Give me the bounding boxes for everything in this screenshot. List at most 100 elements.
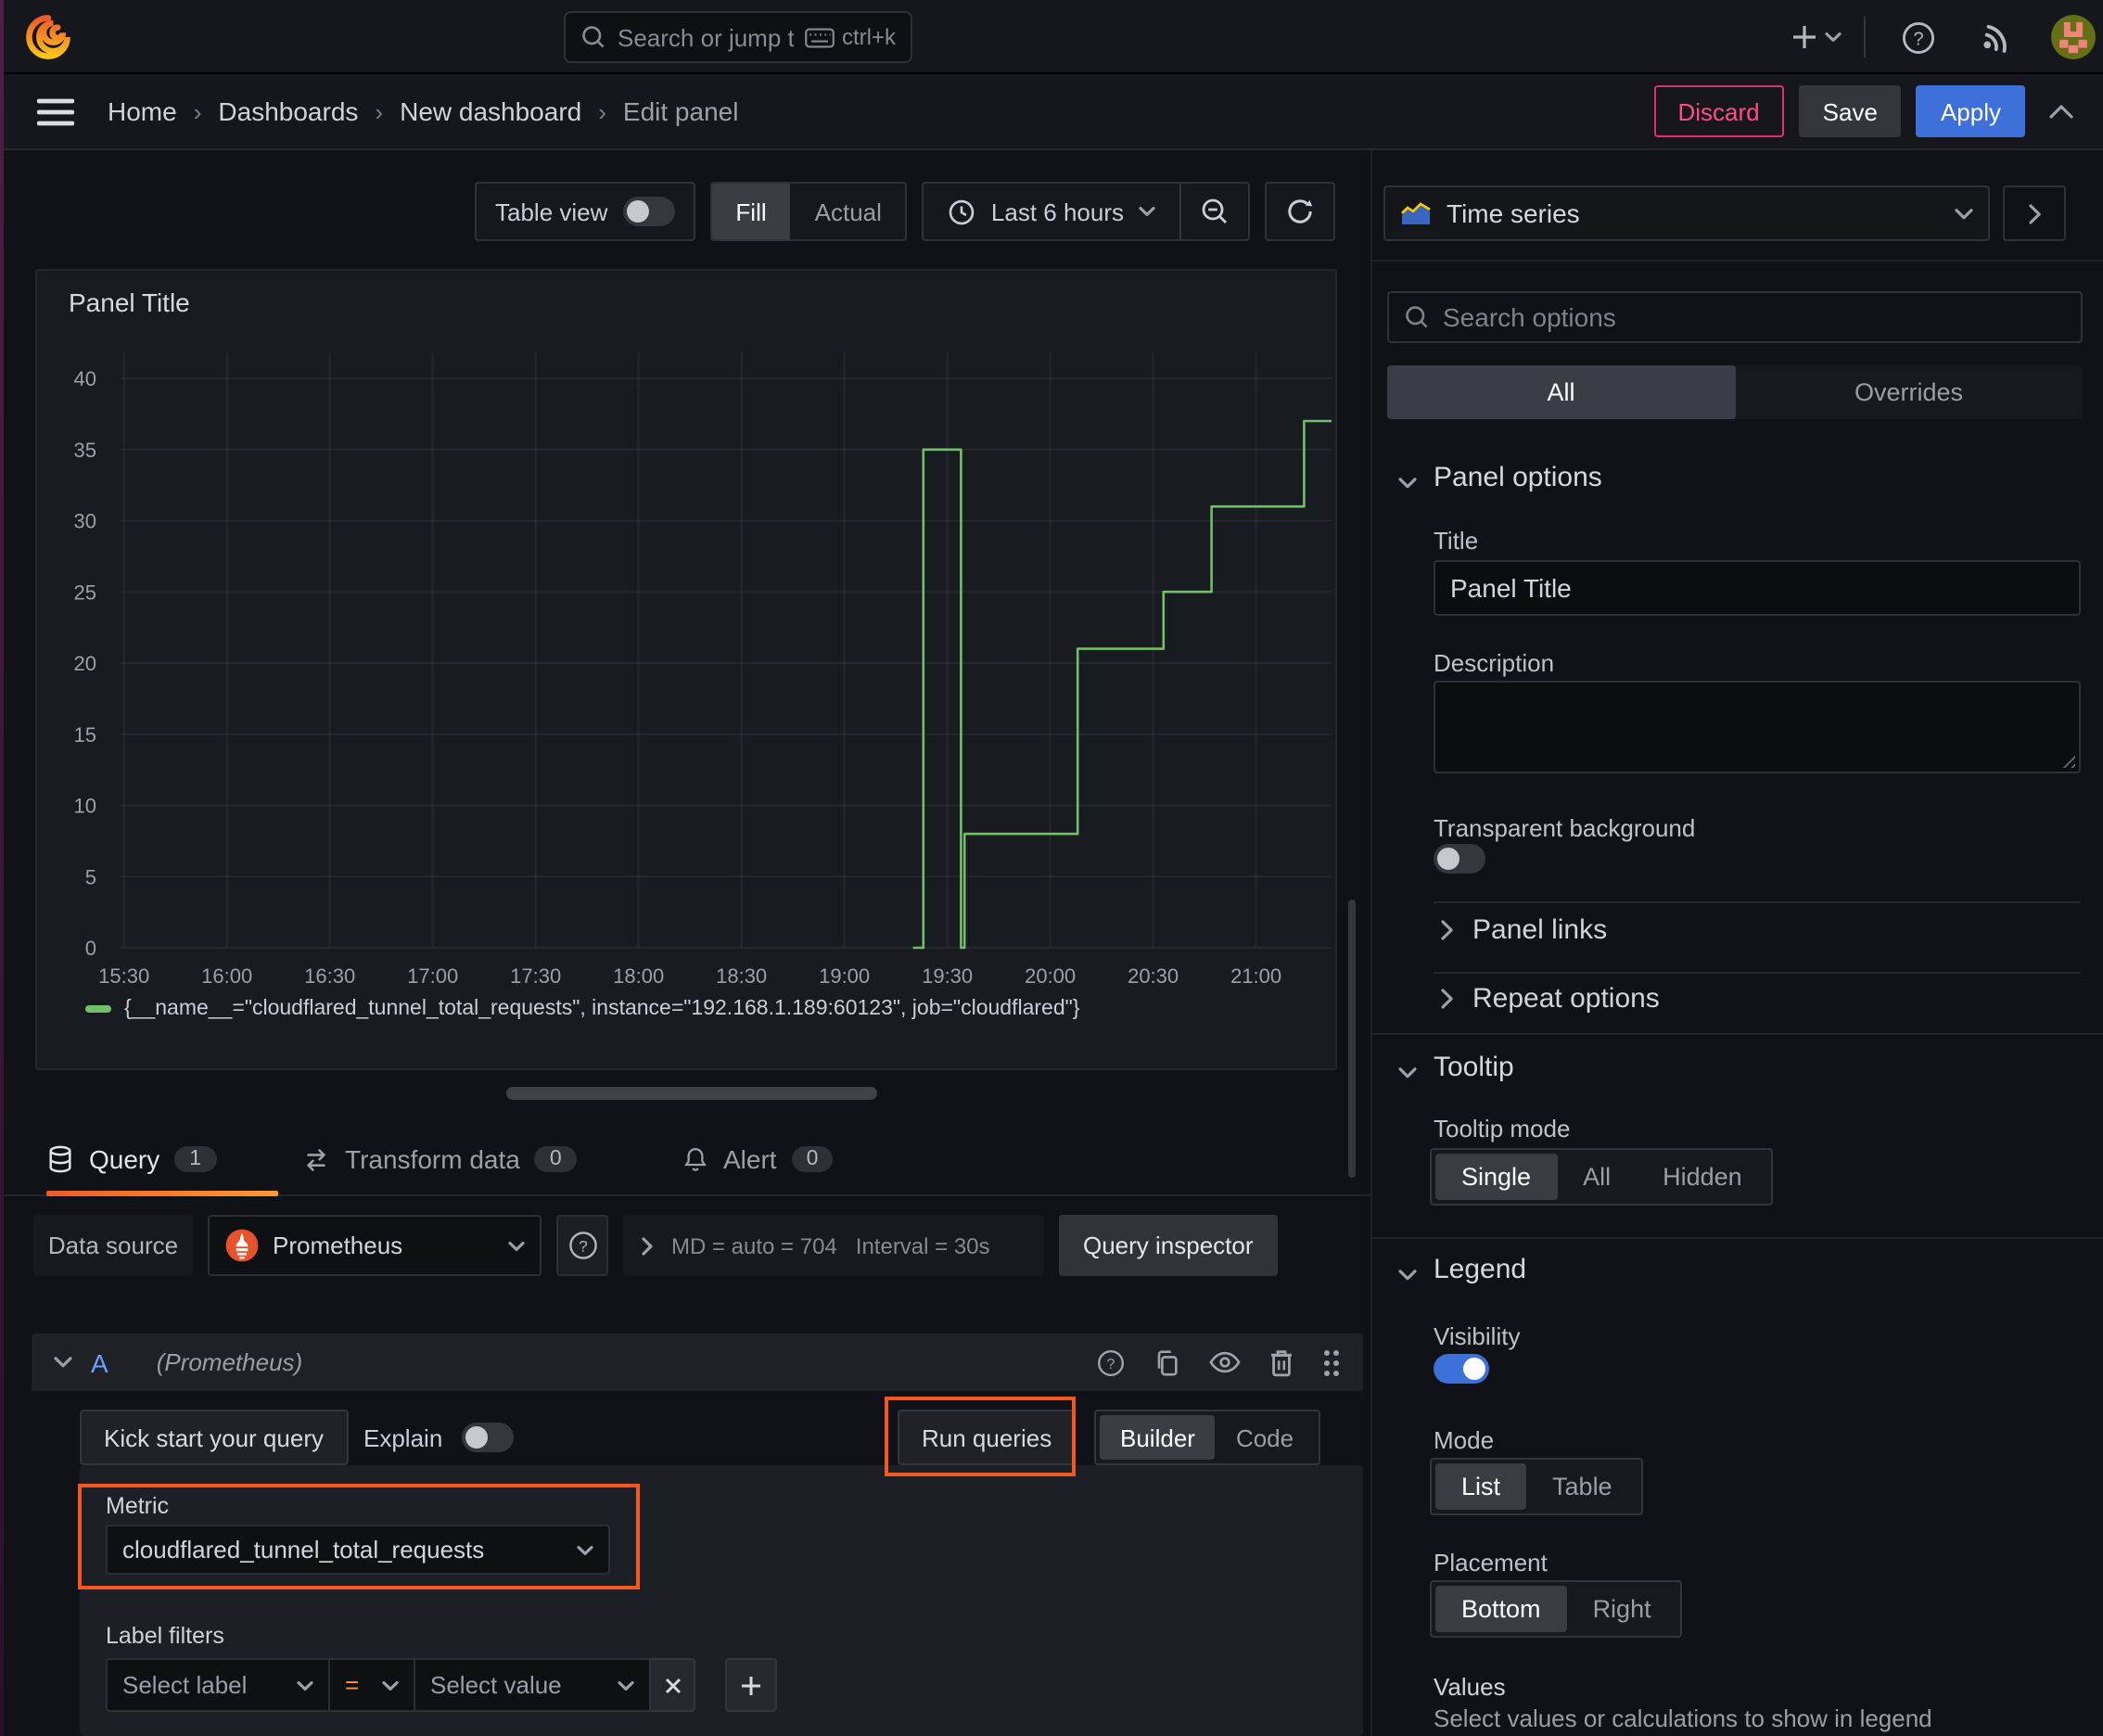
section-collapse-icon[interactable] — [1398, 477, 1417, 490]
datasource-bar: Data source Prometheus ? MD = auto = 704 — [33, 1215, 1278, 1276]
delete-query-icon[interactable] — [1268, 1347, 1294, 1377]
tooltip-all-option[interactable]: All — [1557, 1154, 1637, 1200]
keyboard-icon — [805, 27, 835, 47]
datasource-help-button[interactable]: ? — [556, 1215, 608, 1276]
search-icon — [1406, 306, 1428, 328]
breadcrumb-dashboards[interactable]: Dashboards — [218, 96, 358, 126]
run-queries-button[interactable]: Run queries — [898, 1410, 1077, 1465]
breadcrumb-separator-icon: › — [193, 97, 202, 125]
panel-links-section[interactable]: Panel links — [1441, 914, 1607, 946]
explain-toggle[interactable] — [461, 1423, 514, 1452]
legend-table-option[interactable]: Table — [1526, 1463, 1638, 1510]
tooltip-mode-group: Single All Hidden — [1430, 1148, 1774, 1206]
drag-handle-icon[interactable] — [1322, 1347, 1341, 1377]
datasource-picker[interactable]: Prometheus — [208, 1215, 542, 1276]
zoom-out-icon — [1202, 198, 1227, 223]
query-row-header[interactable]: A (Prometheus) ? — [32, 1334, 1363, 1391]
breadcrumb-bar: Home › Dashboards › New dashboard › Edit… — [0, 74, 2103, 150]
tab-all[interactable]: All — [1387, 365, 1735, 419]
remove-filter-button[interactable] — [649, 1658, 695, 1712]
collapse-options-button[interactable] — [2040, 82, 2081, 141]
query-options-collapsed[interactable]: MD = auto = 704 Interval = 30s — [623, 1215, 1044, 1276]
panel-title-input[interactable] — [1434, 560, 2081, 616]
section-collapse-icon[interactable] — [1398, 1269, 1417, 1282]
table-view-control: Table view — [475, 182, 695, 241]
metric-value: cloudflared_tunnel_total_requests — [122, 1536, 485, 1564]
transparent-background-toggle[interactable] — [1434, 844, 1485, 874]
save-button[interactable]: Save — [1798, 85, 1902, 137]
duplicate-query-icon[interactable] — [1153, 1347, 1181, 1377]
divider — [1372, 260, 2103, 262]
placement-bottom-option[interactable]: Bottom — [1435, 1586, 1567, 1632]
metric-select[interactable]: cloudflared_tunnel_total_requests — [106, 1525, 610, 1575]
user-avatar[interactable] — [2051, 15, 2096, 59]
panel-options-heading[interactable]: Panel options — [1434, 462, 1602, 493]
svg-text:5: 5 — [85, 865, 96, 888]
explain-label: Explain — [363, 1423, 443, 1451]
transparent-background-label: Transparent background — [1434, 814, 1696, 842]
global-search-input[interactable]: Search or jump to... ctrl+k — [564, 11, 912, 63]
visualization-picker[interactable]: Time series — [1383, 185, 1990, 241]
svg-text:15:30: 15:30 — [98, 964, 149, 988]
actual-option[interactable]: Actual — [791, 184, 906, 239]
add-filter-button[interactable] — [725, 1658, 777, 1712]
time-range-picker[interactable]: Last 6 hours — [924, 184, 1179, 239]
zoom-out-button[interactable] — [1181, 184, 1248, 239]
breadcrumb: Home › Dashboards › New dashboard › Edit… — [108, 96, 738, 126]
time-range-control: Last 6 hours — [922, 182, 1250, 241]
kick-start-query-button[interactable]: Kick start your query — [80, 1410, 348, 1465]
label-filters-label: Label filters — [106, 1623, 224, 1649]
section-collapse-icon[interactable] — [1398, 1066, 1417, 1079]
refresh-button[interactable] — [1267, 184, 1333, 239]
time-series-chart[interactable]: 0 5 10 15 20 25 30 35 40 15:30 16:00 16:30 17:00 17:3… — [37, 338, 1339, 998]
tab-transform-data[interactable]: Transform data 0 — [302, 1122, 577, 1196]
add-menu-button[interactable] — [1790, 22, 1842, 52]
query-ref-id[interactable]: A — [91, 1347, 108, 1377]
resize-corner-icon[interactable] — [2058, 751, 2075, 768]
repeat-options-section[interactable]: Repeat options — [1441, 983, 1660, 1015]
breadcrumb-new-dashboard[interactable]: New dashboard — [400, 96, 581, 126]
discard-button[interactable]: Discard — [1653, 85, 1784, 137]
tooltip-single-option[interactable]: Single — [1435, 1154, 1558, 1200]
tab-alert[interactable]: Alert 0 — [682, 1122, 834, 1196]
tooltip-heading[interactable]: Tooltip — [1434, 1052, 1514, 1083]
legend-series-label[interactable]: {__name__="cloudflared_tunnel_total_requ… — [124, 998, 1079, 1020]
help-button[interactable]: ? — [1888, 7, 1947, 67]
search-options-placeholder: Search options — [1443, 302, 1616, 332]
news-rss-button[interactable] — [1969, 7, 2029, 67]
panel-preview[interactable]: Panel Title 0 5 10 15 20 25 30 35 40 15:30 16:00 16… — [35, 269, 1337, 1070]
operator-dropdown[interactable]: = — [328, 1658, 415, 1712]
tab-query[interactable]: Query 1 — [46, 1122, 217, 1196]
panel-resize-handle[interactable] — [506, 1087, 877, 1100]
query-inspector-button[interactable]: Query inspector — [1059, 1215, 1278, 1276]
builder-code-switch: Builder Code — [1094, 1410, 1320, 1465]
select-label-dropdown[interactable]: Select label — [106, 1658, 330, 1712]
menu-toggle-button[interactable] — [37, 97, 74, 125]
chevron-down-icon — [1955, 208, 1973, 219]
legend-heading[interactable]: Legend — [1434, 1254, 1526, 1285]
description-textarea[interactable] — [1434, 681, 2081, 773]
hide-query-icon[interactable] — [1209, 1350, 1241, 1374]
grafana-logo-icon[interactable] — [24, 13, 72, 61]
apply-button[interactable]: Apply — [1916, 85, 2025, 137]
builder-option[interactable]: Builder — [1100, 1415, 1216, 1460]
select-value-dropdown[interactable]: Select value — [414, 1658, 651, 1712]
refresh-icon — [1288, 199, 1313, 223]
tooltip-hidden-option[interactable]: Hidden — [1637, 1154, 1768, 1200]
fill-option[interactable]: Fill — [711, 184, 791, 239]
search-options-input[interactable]: Search options — [1387, 291, 2083, 343]
tab-overrides[interactable]: Overrides — [1735, 365, 2083, 419]
breadcrumb-home[interactable]: Home — [108, 96, 177, 126]
code-option[interactable]: Code — [1216, 1415, 1314, 1460]
toggle-viz-list-button[interactable] — [2003, 185, 2066, 241]
grafana-edit-panel-page: Search or jump to... ctrl+k ? — [0, 0, 2103, 1736]
query-help-icon[interactable]: ? — [1096, 1347, 1126, 1377]
svg-text:40: 40 — [74, 367, 96, 390]
table-view-toggle[interactable] — [622, 197, 675, 226]
legend-list-option[interactable]: List — [1435, 1463, 1527, 1510]
legend-mode-label: Mode — [1434, 1426, 1495, 1454]
placement-right-option[interactable]: Right — [1567, 1586, 1677, 1632]
chart-legend[interactable]: {__name__="cloudflared_tunnel_total_requ… — [85, 998, 1079, 1020]
svg-text:0: 0 — [85, 937, 96, 960]
legend-visibility-toggle[interactable] — [1434, 1354, 1489, 1384]
